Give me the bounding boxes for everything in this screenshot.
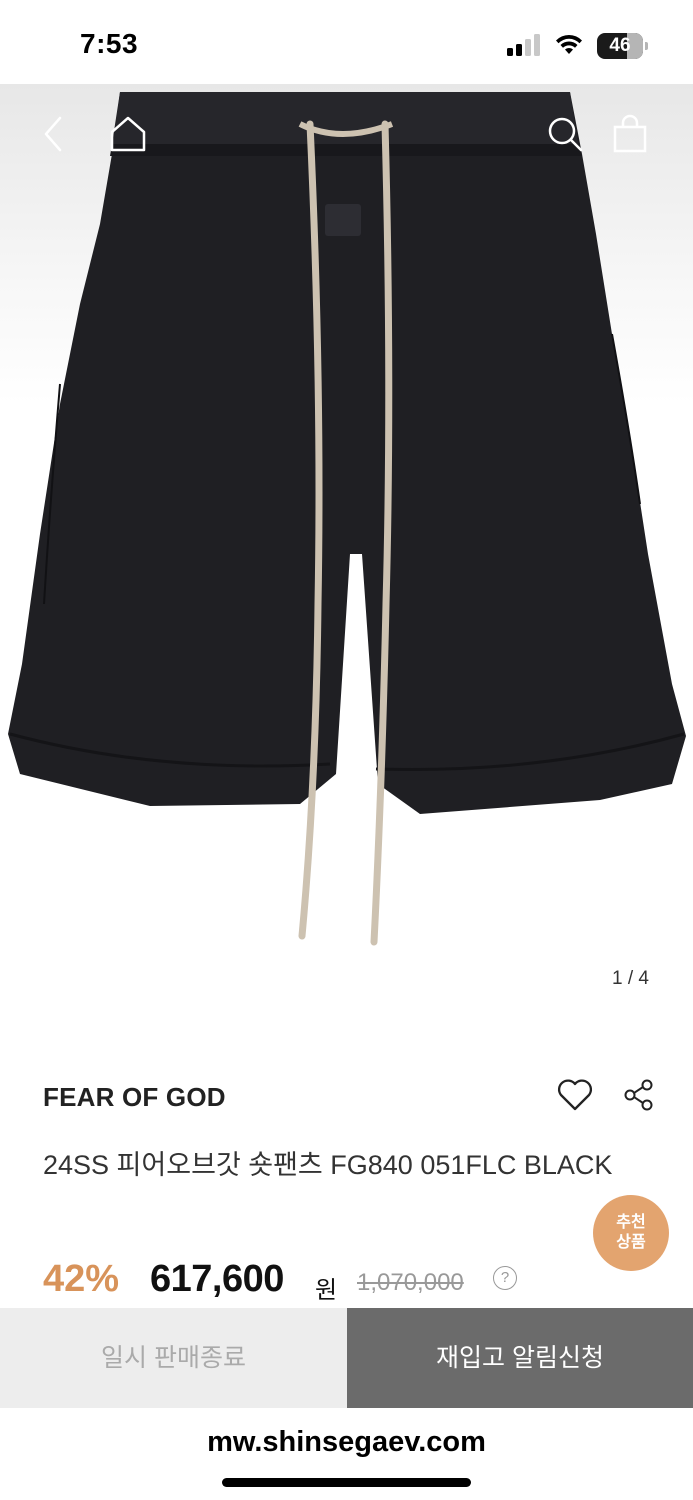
brand-name[interactable]: FEAR OF GOD	[43, 1082, 226, 1113]
url-text[interactable]: mw.shinsegaev.com	[0, 1426, 693, 1459]
home-icon[interactable]	[108, 114, 148, 154]
product-gallery[interactable]: 1 / 4	[0, 84, 693, 1020]
status-time: 7:53	[80, 28, 139, 59]
status-bar: 7:53 46	[0, 0, 693, 84]
browser-url-bar[interactable]: mw.shinsegaev.com	[0, 1408, 693, 1500]
wifi-icon	[556, 34, 582, 54]
share-icon[interactable]	[622, 1078, 656, 1112]
discount-rate: 42%	[43, 1258, 120, 1300]
battery-icon: 46	[597, 33, 649, 59]
shopping-bag-icon[interactable]	[610, 114, 650, 154]
cellular-signal-icon	[507, 34, 543, 56]
product-image[interactable]	[0, 84, 693, 1020]
original-price: 1,070,000	[357, 1269, 464, 1296]
battery-level: 46	[609, 35, 631, 56]
home-indicator[interactable]	[222, 1478, 471, 1487]
recommend-badge-line1: 추천	[616, 1214, 646, 1231]
recommended-products-button[interactable]: 추천 상품	[593, 1195, 669, 1271]
heart-icon[interactable]	[556, 1078, 594, 1112]
currency-label: 원	[315, 1277, 338, 1304]
action-bar: 일시 판매종료 재입고 알림신청	[0, 1308, 693, 1408]
restock-alert-button[interactable]: 재입고 알림신청	[347, 1308, 693, 1408]
sold-out-button[interactable]: 일시 판매종료	[0, 1308, 347, 1408]
gallery-counter: 1 / 4	[612, 968, 649, 989]
price-row: 42% 617,600 원 1,070,000 ?	[43, 1258, 603, 1304]
search-icon[interactable]	[545, 114, 585, 154]
recommend-badge-line2: 상품	[616, 1234, 646, 1251]
help-icon[interactable]: ?	[493, 1266, 517, 1290]
back-icon[interactable]	[34, 114, 74, 154]
sale-price: 617,600	[150, 1258, 284, 1300]
product-title: 24SS 피어오브갓 숏팬츠 FG840 051FLC BLACK	[43, 1150, 613, 1180]
